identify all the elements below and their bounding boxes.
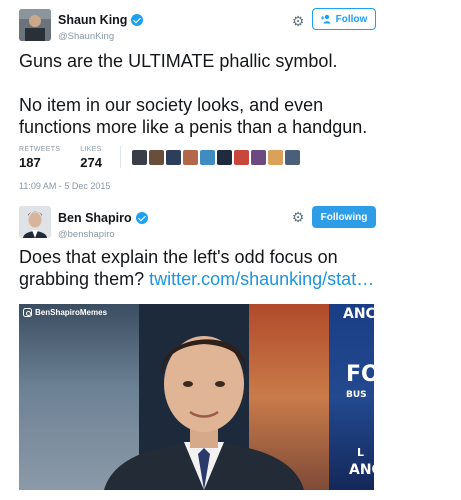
handle[interactable]: @benshapiro	[58, 229, 148, 240]
display-name-text[interactable]: Ben Shapiro	[58, 211, 132, 225]
handle[interactable]: @ShaunKing	[58, 31, 143, 42]
liker-avatar[interactable]	[132, 150, 147, 165]
person-portrait	[104, 336, 304, 490]
user-info: Shaun King @ShaunKing	[58, 11, 144, 42]
avatar-image	[19, 9, 51, 41]
liker-avatar[interactable]	[183, 150, 198, 165]
watermark-text: BenShapiroMemes	[35, 308, 108, 317]
liker-avatar[interactable]	[268, 150, 283, 165]
engagement-stats: RETWEETS 187 LIKES 274	[19, 146, 102, 170]
tweet-link[interactable]: twitter.com/shaunking/stat…	[149, 269, 374, 289]
likes-label: LIKES	[80, 146, 102, 153]
panel-text: ANC	[343, 306, 374, 322]
display-name[interactable]: Ben Shapiro	[58, 211, 148, 225]
add-user-icon	[320, 14, 331, 24]
panel-text: BUS	[346, 390, 367, 400]
tweet-text-line: Does that explain the left's odd focus o…	[19, 247, 338, 267]
verified-badge-icon	[131, 14, 144, 26]
watermark: BenShapiroMemes	[23, 308, 107, 317]
likes-count: 274	[80, 155, 102, 170]
tweet-text-line: Guns are the ULTIMATE phallic symbol.	[19, 51, 338, 71]
panel-text: ANC	[349, 462, 374, 478]
stat-divider	[120, 146, 121, 168]
tweet-text-line: functions more like a penis than a handg…	[19, 117, 368, 137]
display-name-text[interactable]: Shaun King	[58, 13, 127, 27]
liker-avatar[interactable]	[251, 150, 266, 165]
avatar-image	[19, 206, 51, 238]
tweet-text-line: grabbing them? twitter.com/shaunking/sta…	[19, 268, 439, 290]
avatar[interactable]	[19, 9, 51, 41]
tweet-text-line: No item in our society looks, and even	[19, 95, 324, 115]
instagram-icon	[23, 308, 32, 317]
user-info: Ben Shapiro @benshapiro	[58, 209, 148, 240]
following-button[interactable]: Following	[312, 206, 376, 228]
tweet-media-image[interactable]: ANC FO BUS L ANC BenShapiroMemes	[19, 304, 374, 490]
panel-text: L	[357, 446, 365, 459]
liker-avatar[interactable]	[285, 150, 300, 165]
liker-avatar[interactable]	[217, 150, 232, 165]
liker-avatar[interactable]	[149, 150, 164, 165]
retweets-stat[interactable]: RETWEETS 187	[19, 146, 60, 170]
tweet-shaun-king: Shaun King @ShaunKing ⚙ Follow Guns are …	[0, 0, 461, 196]
display-name[interactable]: Shaun King	[58, 13, 144, 27]
following-button-label: Following	[320, 211, 368, 223]
retweets-count: 187	[19, 155, 41, 170]
gear-icon[interactable]: ⚙	[291, 14, 305, 28]
liker-avatar[interactable]	[166, 150, 181, 165]
avatar[interactable]	[19, 206, 51, 238]
verified-badge-icon	[135, 212, 148, 224]
liker-avatar[interactable]	[200, 150, 215, 165]
gear-icon[interactable]: ⚙	[291, 210, 305, 224]
liker-avatars	[132, 150, 300, 165]
news-graphic-panel: ANC FO BUS L ANC	[329, 304, 374, 490]
panel-text: FO	[346, 362, 374, 387]
liker-avatar[interactable]	[234, 150, 249, 165]
tweet-text-prefix: grabbing them?	[19, 269, 150, 289]
tweet-ben-shapiro: Ben Shapiro @benshapiro ⚙ Following Does…	[0, 196, 461, 500]
retweets-label: RETWEETS	[19, 146, 61, 153]
timestamp[interactable]: 11:09 AM - 5 Dec 2015	[19, 181, 110, 191]
follow-button[interactable]: Follow	[312, 8, 376, 30]
follow-button-label: Follow	[335, 13, 368, 25]
likes-stat[interactable]: LIKES 274	[80, 146, 102, 170]
